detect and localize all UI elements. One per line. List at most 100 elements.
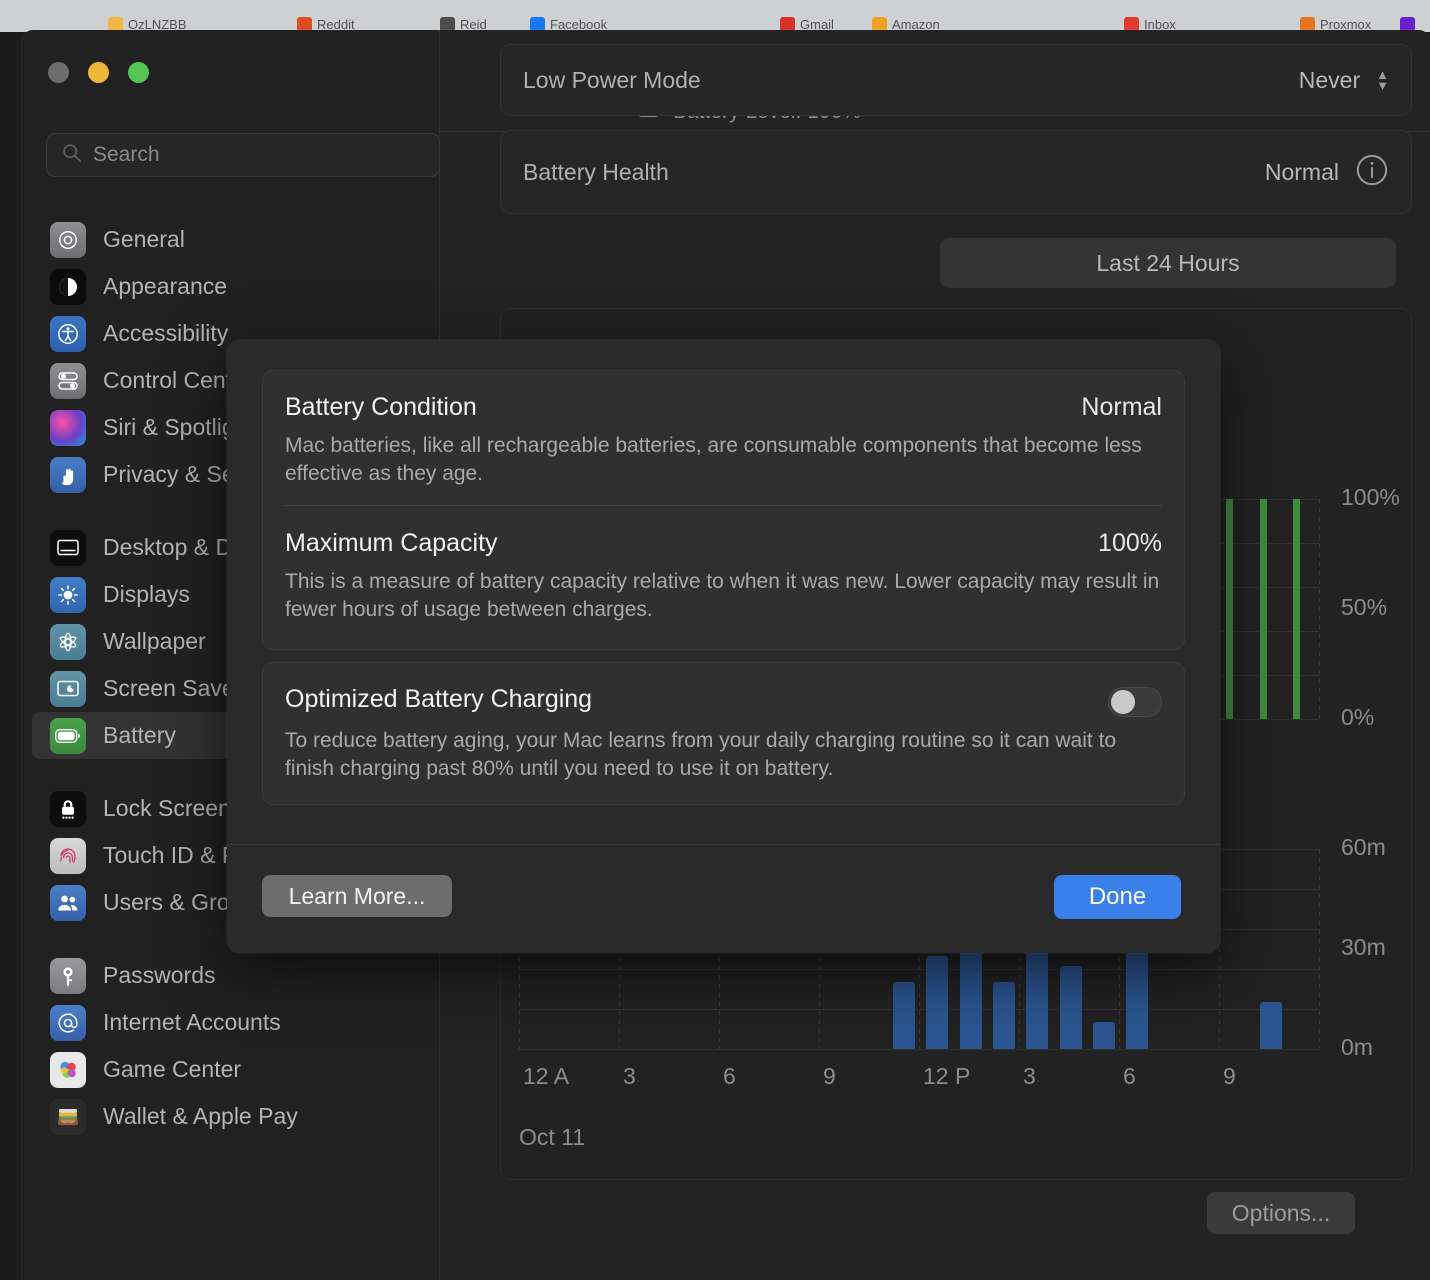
displays-icon (50, 576, 86, 613)
game-center-icon (50, 1051, 86, 1088)
chart-bar (1259, 1002, 1282, 1049)
x-axis-tick-label: 12 A (523, 1063, 570, 1089)
segment-last-10-days[interactable]: Last 10 Days (1396, 238, 1430, 288)
key-icon (50, 957, 86, 994)
sidebar-item-label: Accessibility (103, 320, 229, 346)
toggle-knob (1111, 690, 1135, 714)
search-input[interactable]: Search (46, 133, 440, 177)
battery-condition-title: Battery Condition (285, 393, 477, 421)
chart-bar (893, 982, 915, 1049)
maximize-button[interactable] (128, 62, 149, 83)
gridline (1319, 499, 1320, 719)
y-axis-tick-label: 50% (1341, 594, 1388, 620)
window-controls (48, 62, 149, 83)
divider (227, 844, 1220, 845)
learn-more-button[interactable]: Learn More... (262, 875, 452, 917)
sidebar-item-label: Appearance (103, 273, 228, 299)
accessibility-icon (50, 315, 86, 352)
screensaver-icon (50, 670, 86, 707)
segment-last-24-hours[interactable]: Last 24 Hours (940, 238, 1396, 288)
chart-bar (926, 955, 949, 1049)
at-icon (50, 1004, 86, 1041)
sidebar-item-label: Wallpaper (103, 628, 206, 654)
divider (285, 505, 1162, 506)
sidebar-item-passwords[interactable]: Passwords (32, 952, 430, 999)
x-axis-tick-label: 6 (723, 1063, 736, 1089)
chart-bar (1093, 1022, 1115, 1049)
sidebar-item-label: Lock Screen (103, 795, 231, 821)
maximum-capacity-value: 100% (1098, 529, 1162, 557)
sidebar-item-label: Screen Saver (103, 675, 243, 701)
y-axis-tick-label: 0m (1341, 1034, 1373, 1060)
x-axis-tick-label: 9 (1223, 1063, 1236, 1089)
optimized-charging-title: Optimized Battery Charging (285, 685, 593, 713)
chart-bar (1259, 499, 1267, 719)
x-axis-tick-label: 3 (623, 1063, 636, 1089)
battery-condition-section: Battery Condition Normal Mac batteries, … (285, 393, 1162, 488)
sidebar-item-label: Game Center (103, 1056, 242, 1082)
maximum-capacity-section: Maximum Capacity 100% This is a measure … (285, 529, 1162, 624)
sidebar-item-label: Internet Accounts (103, 1009, 281, 1035)
desktop-icon (50, 529, 86, 566)
y-axis-tick-label: 60m (1341, 834, 1386, 860)
appearance-icon (50, 268, 86, 305)
sidebar-item-label: Displays (103, 581, 190, 607)
chart-bar (959, 942, 982, 1049)
chart-date-label: Oct 11 (519, 1124, 586, 1150)
chart-bar (1293, 499, 1300, 719)
sidebar-item-appearance[interactable]: Appearance (32, 263, 430, 310)
battery-health-dialog: Battery Condition Normal Mac batteries, … (227, 340, 1220, 953)
x-axis-tick-label: 3 (1023, 1063, 1036, 1089)
minimize-button[interactable] (88, 62, 109, 83)
battery-health-value: Normal (1264, 158, 1339, 185)
sidebar-item-wallet[interactable]: Wallet & Apple Pay (32, 1093, 430, 1140)
time-range-segmented-control[interactable]: Last 24 HoursLast 10 Days (940, 238, 1430, 288)
x-axis-tick-label: 12 P (923, 1063, 971, 1089)
battery-condition-description: Mac batteries, like all rechargeable bat… (285, 434, 1142, 486)
y-axis-tick-label: 0% (1341, 704, 1375, 730)
users-icon (50, 884, 86, 921)
gridline (519, 1049, 1319, 1050)
sidebar-item-label: Passwords (103, 962, 216, 988)
battery-health-row[interactable]: Battery Health Normal (500, 130, 1412, 214)
options-button[interactable]: Options... (1207, 1192, 1355, 1234)
sidebar-item-gamecenter[interactable]: Game Center (32, 1046, 430, 1093)
privacy-icon (50, 456, 86, 493)
chart-bar (1126, 942, 1149, 1049)
optimized-charging-description: To reduce battery aging, your Mac learns… (285, 729, 1117, 781)
wallet-icon (50, 1098, 86, 1135)
low-power-mode-label: Low Power Mode (523, 66, 701, 93)
maximum-capacity-description: This is a measure of battery capacity re… (285, 570, 1160, 622)
gear-icon (50, 221, 86, 258)
sidebar-item-general[interactable]: General (32, 216, 430, 263)
battery-icon (50, 717, 86, 754)
optimized-battery-charging-card: Optimized Battery Charging To reduce bat… (262, 662, 1185, 805)
chevron-updown-icon[interactable]: ▲ ▼ (1376, 68, 1389, 92)
chart-bar (993, 982, 1015, 1049)
chart-bar (1026, 942, 1049, 1049)
info-circle-icon[interactable] (1355, 153, 1389, 192)
low-power-mode-value: Never (1298, 66, 1361, 93)
battery-condition-card: Battery Condition Normal Mac batteries, … (262, 370, 1185, 650)
done-button[interactable]: Done (1054, 875, 1181, 919)
y-axis-tick-label: 30m (1341, 934, 1386, 960)
wallpaper-icon (50, 623, 86, 660)
sidebar-item-label: Battery (103, 722, 176, 748)
chart-bar (1226, 499, 1234, 719)
maximum-capacity-title: Maximum Capacity (285, 529, 498, 557)
search-placeholder: Search (93, 143, 160, 166)
gridline (1319, 849, 1320, 1049)
close-button[interactable] (48, 62, 69, 83)
battery-condition-value: Normal (1081, 393, 1162, 421)
low-power-mode-row[interactable]: Low Power Mode Never ▲ ▼ (500, 44, 1412, 116)
battery-health-label: Battery Health (523, 158, 669, 185)
sidebar-item-label: Wallet & Apple Pay (103, 1103, 298, 1129)
browser-bookmarks-bar[interactable]: OzLNZBB Reddit Reid Facebook Gmail Amazon Inbo… (0, 0, 1430, 32)
sidebar-item-label: General (103, 226, 185, 252)
chart-bar (1059, 965, 1082, 1049)
optimized-charging-toggle[interactable] (1108, 687, 1162, 717)
sidebar-item-internet[interactable]: Internet Accounts (32, 999, 430, 1046)
optimized-charging-section: Optimized Battery Charging To reduce bat… (285, 685, 1162, 783)
y-axis-tick-label: 100% (1341, 484, 1400, 510)
control-center-icon (50, 362, 86, 399)
